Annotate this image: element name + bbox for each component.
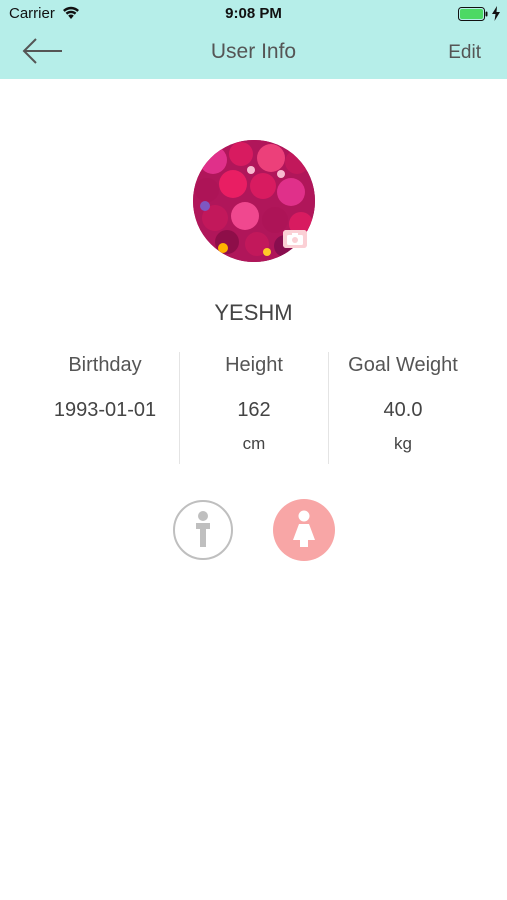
stat-goal-weight: Goal Weight 40.0 kg [328, 352, 478, 454]
charging-bolt-icon [492, 6, 500, 21]
stat-unit: kg [394, 434, 412, 453]
male-icon [196, 511, 210, 547]
battery-icon [458, 7, 488, 21]
stat-value: 40.0 [383, 399, 423, 421]
stat-value: 1993-01-01 [53, 399, 157, 421]
female-icon [293, 510, 315, 547]
stat-value: 162 [237, 399, 271, 421]
stat-height: Height 162 cm [179, 352, 329, 454]
clock: 9:08 PM [225, 5, 282, 22]
stat-unit: cm [242, 434, 266, 453]
edit-button[interactable]: Edit [448, 42, 481, 64]
gender-male-button[interactable] [173, 500, 233, 560]
stat-label: Birthday [68, 354, 142, 376]
page-title: User Info [210, 40, 297, 63]
avatar-container[interactable] [193, 140, 317, 264]
status-bar: Carrier 9:08 PM [0, 0, 507, 28]
camera-icon[interactable] [283, 230, 307, 248]
gender-female-button[interactable] [273, 499, 335, 561]
nav-bar: User Info Edit [0, 28, 507, 79]
stat-birthday: Birthday 1993-01-01 [30, 352, 180, 434]
header: Carrier 9:08 PM User Info Edit [0, 0, 507, 79]
user-info-screen: Carrier 9:08 PM User Info Edit YESHM Bir… [0, 0, 507, 900]
user-name: YESHM [214, 300, 293, 325]
stat-label: Goal Weight [348, 354, 458, 376]
stat-label: Height [225, 354, 283, 376]
